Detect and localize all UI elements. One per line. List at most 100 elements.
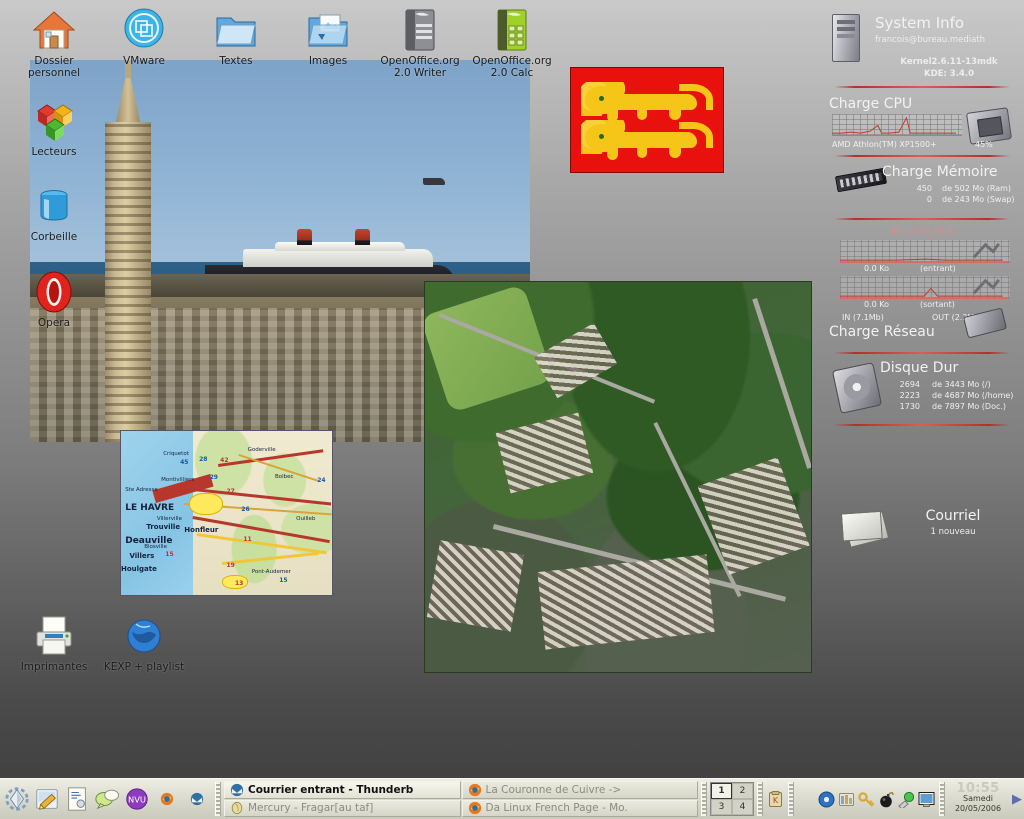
pager-desktop-1[interactable]: 1: [711, 783, 732, 799]
desktop-icon-dossier-personnel[interactable]: Dossier personnel: [8, 6, 100, 79]
kmix-tray-icon[interactable]: [838, 791, 855, 808]
map-road-number: 11: [243, 535, 252, 543]
pager-desktop-2[interactable]: 2: [732, 783, 753, 799]
folder-icon: [190, 6, 282, 54]
pager-desktop-3[interactable]: 3: [711, 799, 732, 815]
thunderbird-icon: [230, 783, 244, 797]
ram-stick-icon: [834, 167, 888, 193]
panel-hide-arrow[interactable]: ▶: [1010, 779, 1024, 819]
kopete-launcher[interactable]: [93, 784, 121, 814]
taskbar-task[interactable]: La Couronne de Cuivre ->: [461, 781, 698, 799]
clipboard-applet: K: [764, 779, 787, 819]
desktop-icon-openoffice-writer[interactable]: OpenOffice.org 2.0 Writer: [374, 6, 466, 79]
virtual-desktop-pager: 1234: [710, 782, 754, 816]
clipboard-icon[interactable]: K: [767, 790, 784, 808]
firefox-icon: [468, 801, 482, 815]
clock-day: Samedi: [963, 794, 993, 803]
desktop-icon-textes[interactable]: Textes: [190, 6, 282, 68]
disk-title: Disque Dur: [880, 360, 959, 376]
map-road-number: 13: [234, 580, 244, 588]
desktop-icon-corbeille[interactable]: Corbeille: [8, 182, 100, 244]
desktop-icon-images[interactable]: Images: [282, 6, 374, 68]
home-folder-icon: [8, 6, 100, 54]
map-road-number: 15: [279, 576, 288, 584]
desktop-icon-label: OpenOffice.org 2.0 Calc: [472, 55, 552, 79]
map-road-number: 27: [226, 488, 235, 496]
desktop-icon-label: Opera: [37, 317, 71, 329]
knetwork-tray-icon[interactable]: [898, 791, 915, 808]
map-town-label: Pont-Audemer: [251, 568, 291, 575]
taskbar-task[interactable]: Da Linux French Page - Mo.: [461, 799, 698, 817]
clock-time: 10:55: [956, 781, 1000, 796]
map-town-label: Villerville: [156, 516, 182, 523]
st-joseph-tower: [105, 60, 151, 442]
desktop-icon-label: Dossier personnel: [27, 55, 81, 79]
map-town-label: Criquetot: [163, 450, 189, 457]
desktop-icon-lecteurs[interactable]: Lecteurs: [8, 97, 100, 159]
desktop-icon-opera[interactable]: Opera: [8, 268, 100, 330]
kde-version: KDE: 3.4.0: [923, 69, 974, 79]
panel-handle[interactable]: [788, 782, 794, 816]
aerial-village-photo: [424, 281, 812, 673]
pager-desktop-4[interactable]: 4: [732, 799, 753, 815]
svg-text:NVU: NVU: [128, 795, 146, 805]
hard-disk-icon: [831, 362, 883, 414]
map-town-label: Blosville: [144, 544, 167, 551]
desktop-icon-imprimantes[interactable]: Imprimantes: [8, 612, 100, 674]
kmonitor-tray-icon[interactable]: [918, 791, 935, 808]
map-le-havre-urban-area: [188, 493, 223, 516]
panel-handle[interactable]: [939, 782, 945, 816]
network-out-graph: [840, 276, 1010, 299]
window-task-list: Courrier entrant - Thunderb La Couronne d…: [222, 779, 700, 819]
firefox-launcher[interactable]: [153, 784, 181, 814]
map-town-label: Trouville: [146, 522, 181, 531]
show-desktop[interactable]: [33, 784, 61, 814]
nvu-launcher[interactable]: NVU: [123, 784, 151, 814]
memory-row: 450 de 502 Mo (Ram): [916, 184, 1012, 193]
panel-handle[interactable]: [215, 782, 221, 816]
desktop-icon-kexp-playlist[interactable]: KEXP + playlist: [98, 612, 190, 674]
vmware-icon: [98, 6, 190, 54]
kmenu-button[interactable]: [3, 784, 31, 814]
desktop-icon-vmware[interactable]: VMware: [98, 6, 190, 68]
map-road-number: 19: [226, 562, 235, 570]
divider-2: [834, 155, 1010, 157]
calc-icon: [466, 6, 558, 54]
taskbar-task[interactable]: Mercury - Fragar[au taf]: [224, 799, 461, 817]
cpu-load-graph: [832, 114, 962, 136]
kwrite-launcher[interactable]: [63, 784, 91, 814]
map-town-label: Bolbec: [275, 473, 294, 480]
desktop-icon-label: Imprimantes: [20, 661, 88, 673]
map-road-number: 42: [220, 457, 229, 465]
thunderbird-launcher[interactable]: [183, 784, 211, 814]
desktop-icon-label: VMware: [123, 55, 165, 67]
memory-title: Charge Mémoire: [882, 164, 998, 180]
kaffeine-tray-icon[interactable]: [818, 791, 835, 808]
ksim-system-info-panel: System Info francois@bureau.mediath Kern…: [820, 0, 1024, 700]
taskbar-clock[interactable]: 10:55 Samedi 20/05/2006: [946, 779, 1010, 819]
network-in-rate: 0.0 Ko: [864, 264, 890, 273]
map-town-label: Houlgate: [121, 565, 157, 574]
panel-handle[interactable]: [757, 782, 763, 816]
panel-handle[interactable]: [701, 782, 707, 816]
klipper-tray-icon[interactable]: [798, 791, 815, 808]
normandy-road-map: LE HAVRE Deauville Trouville Villers Houlgat…: [120, 430, 333, 596]
desktop-icon-label: Textes: [219, 55, 253, 67]
disk-row: 2223 de 4687 Mo (/home): [899, 391, 1014, 400]
task-title: La Couronne de Cuivre ->: [485, 783, 622, 796]
cpu-chip-icon: [965, 107, 1013, 145]
kgpg-tray-icon[interactable]: [858, 791, 875, 808]
taskbar-task[interactable]: Courrier entrant - Thunderb: [224, 781, 461, 799]
kbomb-tray-icon[interactable]: [878, 791, 895, 808]
cpu-model: AMD Athlon(TM) XP1500+: [832, 140, 937, 149]
opera-icon: [8, 268, 100, 316]
disk-row: 2694 de 3443 Mo (/): [899, 380, 991, 389]
firefox-icon: [468, 783, 482, 797]
network-in-label: (entrant): [920, 264, 956, 273]
map-town-label: Ste Adresse: [125, 486, 158, 493]
divider-3: [834, 218, 1010, 220]
desktop-icon-label: Lecteurs: [31, 146, 77, 158]
map-town-label: Montivilliers: [161, 476, 195, 483]
map-town-label: LE HAVRE: [125, 503, 175, 514]
desktop-icon-openoffice-calc[interactable]: OpenOffice.org 2.0 Calc: [466, 6, 558, 79]
